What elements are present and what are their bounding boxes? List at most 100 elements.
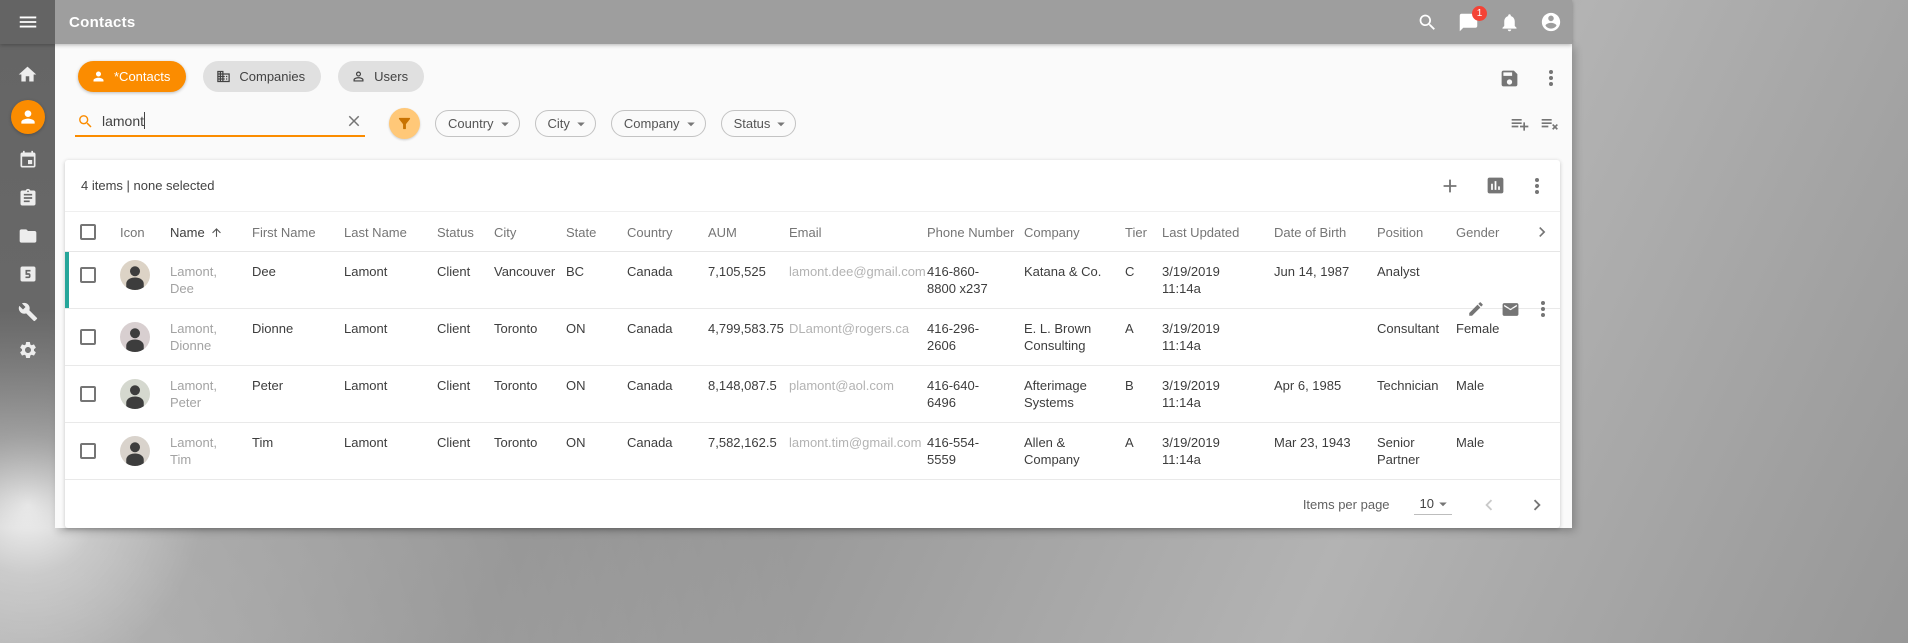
- column-header-gender[interactable]: Gender: [1446, 212, 1506, 252]
- chart-view-button[interactable]: [1485, 175, 1506, 196]
- column-header-date-of-birth[interactable]: Date of Birth: [1264, 212, 1367, 252]
- filter-funnel-button[interactable]: [389, 108, 420, 139]
- column-header-country[interactable]: Country: [617, 212, 698, 252]
- chat-button[interactable]: 1: [1458, 12, 1479, 33]
- row-checkbox[interactable]: [80, 329, 96, 345]
- topbar-search-button[interactable]: [1417, 12, 1438, 33]
- column-header-company[interactable]: Company: [1014, 212, 1115, 252]
- row-checkbox[interactable]: [80, 267, 96, 283]
- first-name-cell: Tim: [242, 423, 334, 451]
- column-header-email[interactable]: Email: [779, 212, 917, 252]
- sidebar-item-tools[interactable]: [11, 299, 45, 324]
- table-header: Icon Name First Name Last Name Status Ci…: [65, 212, 1560, 252]
- column-header-city[interactable]: City: [484, 212, 556, 252]
- tier-cell: A: [1115, 423, 1152, 451]
- row-checkbox[interactable]: [80, 386, 96, 402]
- tab-contacts[interactable]: *Contacts: [78, 61, 186, 92]
- city-cell: Toronto: [484, 423, 556, 451]
- state-cell: BC: [556, 252, 617, 280]
- column-header-status[interactable]: Status: [427, 212, 484, 252]
- sidebar-item-five[interactable]: [11, 261, 45, 286]
- filter-chips: Country City Company Status: [435, 110, 796, 137]
- filter-chip-company[interactable]: Company: [611, 110, 706, 137]
- email-cell: lamont.dee@gmail.com: [779, 252, 917, 280]
- company-cell: Katana & Co.: [1014, 252, 1115, 280]
- company-cell: Allen & Company: [1014, 423, 1115, 468]
- account-button[interactable]: [1540, 11, 1562, 33]
- filter-chip-country[interactable]: Country: [435, 110, 520, 137]
- table-row[interactable]: Lamont, Dee Dee Lamont Client Vancouver …: [65, 252, 1560, 309]
- add-filter-button[interactable]: [1510, 114, 1530, 134]
- users-icon: [351, 69, 366, 84]
- remove-filter-button[interactable]: [1540, 114, 1560, 134]
- phone-cell: 416-296-2606: [917, 309, 1014, 354]
- table-row[interactable]: Lamont, Tim Tim Lamont Client Toronto ON…: [65, 423, 1560, 480]
- last-name-cell: Lamont: [334, 252, 427, 280]
- row-checkbox[interactable]: [80, 443, 96, 459]
- tier-cell: C: [1115, 252, 1152, 280]
- caret-down-icon: [572, 115, 590, 133]
- aum-cell: 4,799,583.75: [698, 309, 779, 337]
- main-content: *Contacts Companies Users: [55, 44, 1572, 528]
- more-vert-icon: [1535, 184, 1539, 188]
- sidebar-item-settings[interactable]: [11, 337, 45, 362]
- columns-scroll-right-button[interactable]: [1506, 212, 1560, 252]
- column-header-phone[interactable]: Phone Number: [917, 212, 1014, 252]
- sidebar-item-calendar[interactable]: [11, 147, 45, 172]
- select-all-checkbox[interactable]: [80, 224, 96, 240]
- save-button[interactable]: [1499, 68, 1520, 89]
- sidebar-item-folder[interactable]: [11, 223, 45, 248]
- text-cursor: [144, 112, 145, 129]
- tab-users[interactable]: Users: [338, 61, 424, 92]
- contacts-icon: [18, 107, 38, 127]
- first-name-cell: Peter: [242, 366, 334, 394]
- chevron-right-icon: [1526, 494, 1548, 516]
- last-updated-cell: 3/19/2019 11:14a: [1152, 366, 1264, 411]
- plus-icon: [1439, 175, 1461, 197]
- table-row[interactable]: Lamont, Dionne Dionne Lamont Client Toro…: [65, 309, 1560, 366]
- tab-companies[interactable]: Companies: [203, 61, 321, 92]
- filter-chip-status[interactable]: Status: [721, 110, 797, 137]
- country-cell: Canada: [617, 309, 698, 337]
- toolbar-more-button[interactable]: [1544, 66, 1558, 90]
- city-cell: Vancouver: [484, 252, 556, 280]
- sidebar-item-contacts[interactable]: [11, 100, 45, 134]
- home-icon: [17, 64, 38, 85]
- caret-down-icon: [1434, 495, 1452, 513]
- column-header-aum[interactable]: AUM: [698, 212, 779, 252]
- funnel-icon: [396, 115, 413, 132]
- column-header-name[interactable]: Name: [160, 212, 242, 252]
- chip-label: City: [548, 116, 570, 131]
- column-header-state[interactable]: State: [556, 212, 617, 252]
- card-more-button[interactable]: [1530, 174, 1544, 198]
- add-contact-button[interactable]: [1439, 175, 1461, 197]
- sidebar-item-tasks[interactable]: [11, 185, 45, 210]
- next-page-button[interactable]: [1526, 494, 1548, 516]
- search-input[interactable]: [102, 113, 337, 129]
- table-row[interactable]: Lamont, Peter Peter Lamont Client Toront…: [65, 366, 1560, 423]
- column-header-icon[interactable]: Icon: [110, 212, 160, 252]
- company-cell: Afterimage Systems: [1014, 366, 1115, 411]
- filter-chip-city[interactable]: City: [535, 110, 596, 137]
- clear-search-button[interactable]: [345, 112, 363, 130]
- column-header-first-name[interactable]: First Name: [242, 212, 334, 252]
- column-header-last-updated[interactable]: Last Updated: [1152, 212, 1264, 252]
- page-size-select[interactable]: 10: [1414, 495, 1452, 515]
- prev-page-button[interactable]: [1478, 494, 1500, 516]
- account-icon: [1540, 11, 1562, 33]
- topbar-actions: 1: [1417, 0, 1562, 44]
- tasks-icon: [18, 188, 38, 208]
- chat-badge: 1: [1472, 6, 1487, 21]
- chip-label: Status: [734, 116, 771, 131]
- sidebar-item-home[interactable]: [11, 62, 45, 87]
- name-cell: Lamont, Peter: [160, 366, 242, 411]
- column-header-position[interactable]: Position: [1367, 212, 1446, 252]
- column-header-tier[interactable]: Tier: [1115, 212, 1152, 252]
- menu-button[interactable]: [0, 0, 55, 44]
- column-header-last-name[interactable]: Last Name: [334, 212, 427, 252]
- items-per-page-label: Items per page: [1303, 497, 1390, 512]
- state-cell: ON: [556, 366, 617, 394]
- avatar-cell: [110, 309, 160, 365]
- notifications-button[interactable]: [1499, 12, 1520, 33]
- email-cell: DLamont@rogers.ca: [779, 309, 917, 337]
